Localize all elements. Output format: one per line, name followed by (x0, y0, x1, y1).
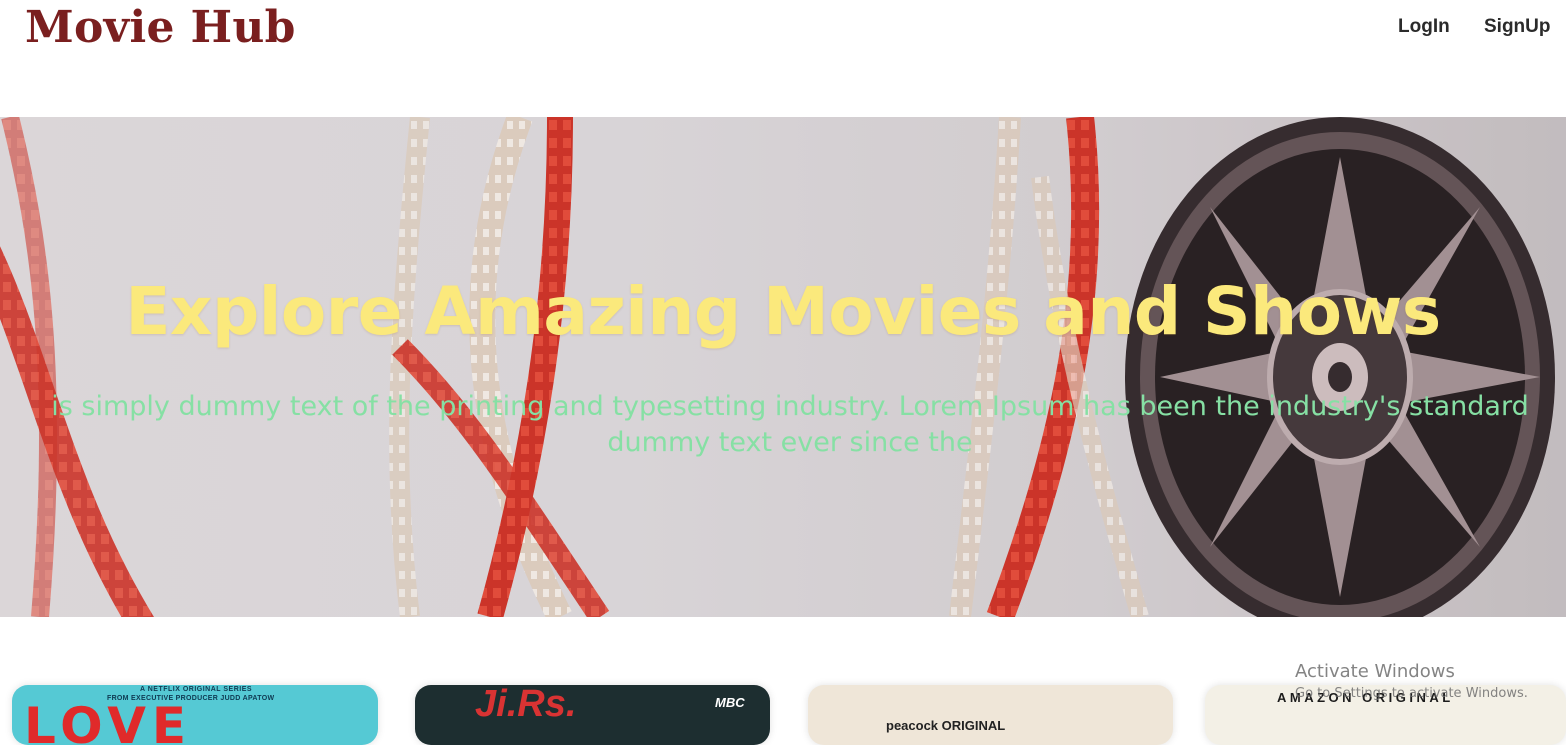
movie-card[interactable]: A NETFLIX ORIGINAL SERIES FROM EXECUTIVE… (12, 685, 378, 745)
network-logo: MBC (715, 695, 745, 710)
movie-card[interactable]: peacock ORIGINAL (808, 685, 1173, 745)
brand-logo[interactable]: Movie Hub (25, 2, 296, 53)
windows-activation-title: Activate Windows (1295, 661, 1455, 682)
poster-title: LOVE (24, 697, 193, 745)
site-header: Movie Hub LogIn SignUp (0, 0, 1566, 117)
poster-badge: peacock ORIGINAL (886, 718, 1006, 733)
hero-title: Explore Amazing Movies and Shows (125, 273, 1441, 350)
poster-tagline: A NETFLIX ORIGINAL SERIES (140, 686, 253, 693)
film-reels-background-image (0, 117, 1566, 617)
windows-activation-subtitle: Go to Settings to activate Windows. (1295, 686, 1528, 701)
movie-card[interactable]: Ji.Rs. MBC (415, 685, 770, 745)
hero-subtitle: is simply dummy text of the printing and… (51, 391, 1529, 458)
signup-link[interactable]: SignUp (1484, 16, 1551, 38)
login-link[interactable]: LogIn (1398, 16, 1450, 38)
hero-banner: Explore Amazing Movies and Shows is simp… (0, 117, 1566, 617)
poster-title: Ji.Rs. (475, 685, 577, 725)
